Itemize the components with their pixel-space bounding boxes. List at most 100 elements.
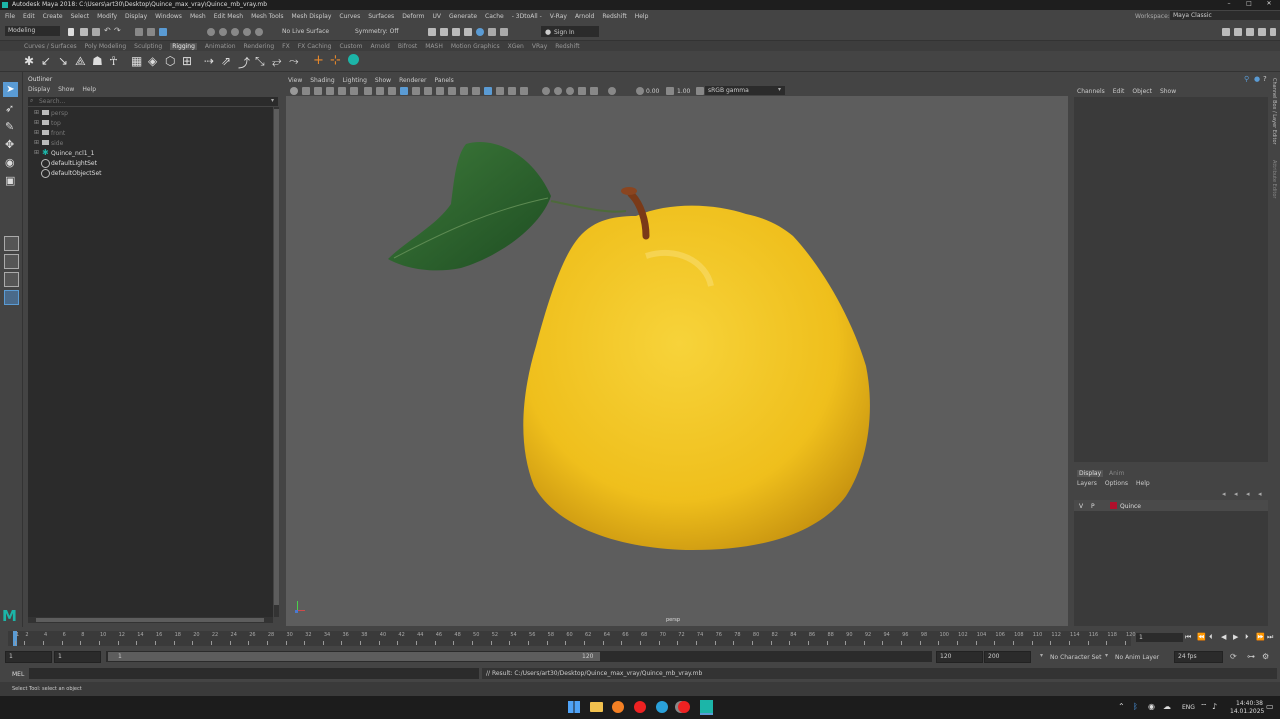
layer-tab-anim[interactable]: Anim (1109, 470, 1124, 477)
side-tab-channel-box[interactable]: Channel Box / Layer Editor (1271, 78, 1277, 145)
four-view-layout-icon[interactable] (4, 254, 19, 269)
exposure-value[interactable]: 0.00 (646, 88, 659, 95)
persp-graph-layout-icon[interactable] (4, 290, 19, 305)
fps-dropdown[interactable]: 24 fps (1174, 651, 1223, 663)
isolate-select-icon[interactable] (520, 87, 528, 95)
shelf-tab-animation[interactable]: Animation (205, 43, 236, 50)
menu-cache[interactable]: Cache (485, 13, 504, 20)
layer-name[interactable]: Quince (1120, 503, 1141, 510)
yandex-icon[interactable] (678, 701, 690, 713)
paint-select-tool-icon[interactable]: ✎ (5, 120, 14, 133)
render-sequence-icon[interactable] (440, 28, 448, 36)
viewport-menu-renderer[interactable]: Renderer (399, 77, 426, 84)
single-perspective-layout-icon[interactable] (4, 236, 19, 251)
layer-row-quince[interactable]: V P Quince (1074, 500, 1268, 511)
view-transform-icon[interactable] (696, 87, 704, 95)
new-layer-icon[interactable]: ◂ (1246, 490, 1250, 498)
bind-skin-icon[interactable]: ⟁ (75, 54, 86, 69)
cloud-icon[interactable]: ☁ (1163, 702, 1171, 711)
chevron-down-icon[interactable]: ▾ (1040, 652, 1043, 659)
live-surface-field[interactable]: No Live Surface (282, 28, 329, 35)
menu-uv[interactable]: UV (433, 13, 442, 20)
render-view-icon[interactable] (500, 28, 508, 36)
play-forwards-icon[interactable]: ▶ (1233, 633, 1238, 641)
ik-spline-icon[interactable]: ↘ (58, 54, 68, 68)
tray-chevron-icon[interactable]: ⌃ (1118, 702, 1125, 711)
viewport-menu-show[interactable]: Show (375, 77, 391, 84)
channel-menu-channels[interactable]: Channels (1077, 88, 1105, 95)
shelf-tab-vray[interactable]: VRay (532, 43, 547, 50)
snap-surface-icon[interactable] (255, 28, 263, 36)
workspace-dropdown[interactable]: Maya Classic (1170, 11, 1280, 20)
scale-tool-icon[interactable]: ▣ (5, 174, 15, 187)
menu-generate[interactable]: Generate (449, 13, 477, 20)
two-d-pan-zoom-icon[interactable] (338, 87, 346, 95)
channel-menu-object[interactable]: Object (1132, 88, 1152, 95)
go-to-start-icon[interactable]: ⏮ (1185, 633, 1191, 642)
depth-of-field-icon[interactable] (508, 87, 516, 95)
layer-tab-display[interactable]: Display (1077, 470, 1104, 477)
minimize-button[interactable]: – (1222, 0, 1236, 10)
shelf-tab-rendering[interactable]: Rendering (244, 43, 275, 50)
point-constraint-icon[interactable]: ⇢ (204, 54, 214, 68)
wrap-icon[interactable]: ⊞ (182, 54, 192, 68)
snap-point-icon[interactable] (231, 28, 239, 36)
sign-in-label[interactable]: Sign In (554, 29, 575, 36)
channel-box-pin-icon[interactable]: ⚲ (1244, 75, 1249, 83)
channel-menu-show[interactable]: Show (1160, 88, 1176, 95)
menu-arnold[interactable]: Arnold (575, 13, 594, 20)
menu-file[interactable]: File (5, 13, 15, 20)
outliner-item-front[interactable]: ⊞ front (28, 128, 273, 138)
select-hierarchy-icon[interactable] (135, 28, 143, 36)
menu-edit-mesh[interactable]: Edit Mesh (214, 13, 243, 20)
camera-select-icon[interactable] (290, 87, 298, 95)
channel-box-help-icon[interactable]: ? (1263, 75, 1267, 83)
browser-icon[interactable] (612, 701, 624, 713)
xray-joints-icon[interactable] (566, 87, 574, 95)
image-plane-icon[interactable] (326, 87, 334, 95)
mode-dropdown[interactable]: Modeling (5, 26, 60, 36)
motion-blur-icon[interactable] (484, 87, 492, 95)
exposure-icon[interactable] (636, 87, 644, 95)
time-slider-track[interactable]: 1 2 4 6 8 10 12 14 16 18 20 22 24 26 28 30 32 34 36 38 40 42 4… (8, 631, 1136, 646)
new-layer-selected-icon[interactable]: ◂ (1258, 490, 1262, 498)
menu-create[interactable]: Create (43, 13, 63, 20)
persp-outliner-layout-icon[interactable] (4, 272, 19, 287)
viewport-menu-panels[interactable]: Panels (434, 77, 453, 84)
step-forward-frame-icon[interactable]: ⏵ (1245, 633, 1249, 642)
expand-icon[interactable]: ⊞ (34, 119, 39, 126)
scrollbar-thumb[interactable] (36, 618, 264, 622)
layer-menu-help[interactable]: Help (1136, 480, 1150, 487)
shelf-tab-fx-caching[interactable]: FX Caching (298, 43, 332, 50)
snap-view-icon[interactable] (243, 28, 251, 36)
side-tab-attribute-editor[interactable]: Attribute Editor (1271, 160, 1277, 198)
joint-tool-icon[interactable]: ✱ (24, 54, 34, 68)
xray-icon[interactable] (542, 87, 550, 95)
redo-icon[interactable]: ↷ (114, 26, 121, 35)
grease-pencil-icon[interactable] (350, 87, 358, 95)
snap-curve-icon[interactable] (219, 28, 227, 36)
menu-display[interactable]: Display (125, 13, 147, 20)
antialiasing-icon[interactable] (496, 87, 504, 95)
telegram-icon[interactable] (656, 701, 668, 713)
mel-label[interactable]: MEL (12, 671, 24, 678)
channel-box-sync-icon[interactable]: ● (1254, 75, 1260, 83)
new-scene-icon[interactable] (68, 28, 74, 36)
step-back-frame-icon[interactable]: ⏴ (1209, 633, 1213, 642)
animation-preferences-icon[interactable]: ⚙ (1262, 652, 1269, 661)
snap-grid-icon[interactable] (207, 28, 215, 36)
pole-vector-icon[interactable]: ⤳ (289, 54, 299, 69)
layer-color-swatch[interactable] (1110, 502, 1117, 509)
gamma-icon[interactable] (608, 87, 616, 95)
layout-toggle-icon[interactable] (1222, 28, 1230, 36)
smooth-shade-icon[interactable] (412, 87, 420, 95)
select-tool-icon[interactable]: ➤ (3, 82, 18, 97)
move-layer-down-icon[interactable]: ◂ (1234, 490, 1238, 498)
set-driven-key-icon[interactable]: ⊹ (330, 53, 341, 68)
move-tool-icon[interactable]: ✥ (5, 138, 14, 151)
shelf-tab-bifrost[interactable]: Bifrost (398, 43, 417, 50)
locator-icon[interactable]: + (313, 53, 324, 68)
maya-tool-icon[interactable] (348, 54, 359, 65)
textured-icon[interactable] (436, 87, 444, 95)
aim-constraint-icon[interactable]: ⇗ (221, 54, 231, 68)
